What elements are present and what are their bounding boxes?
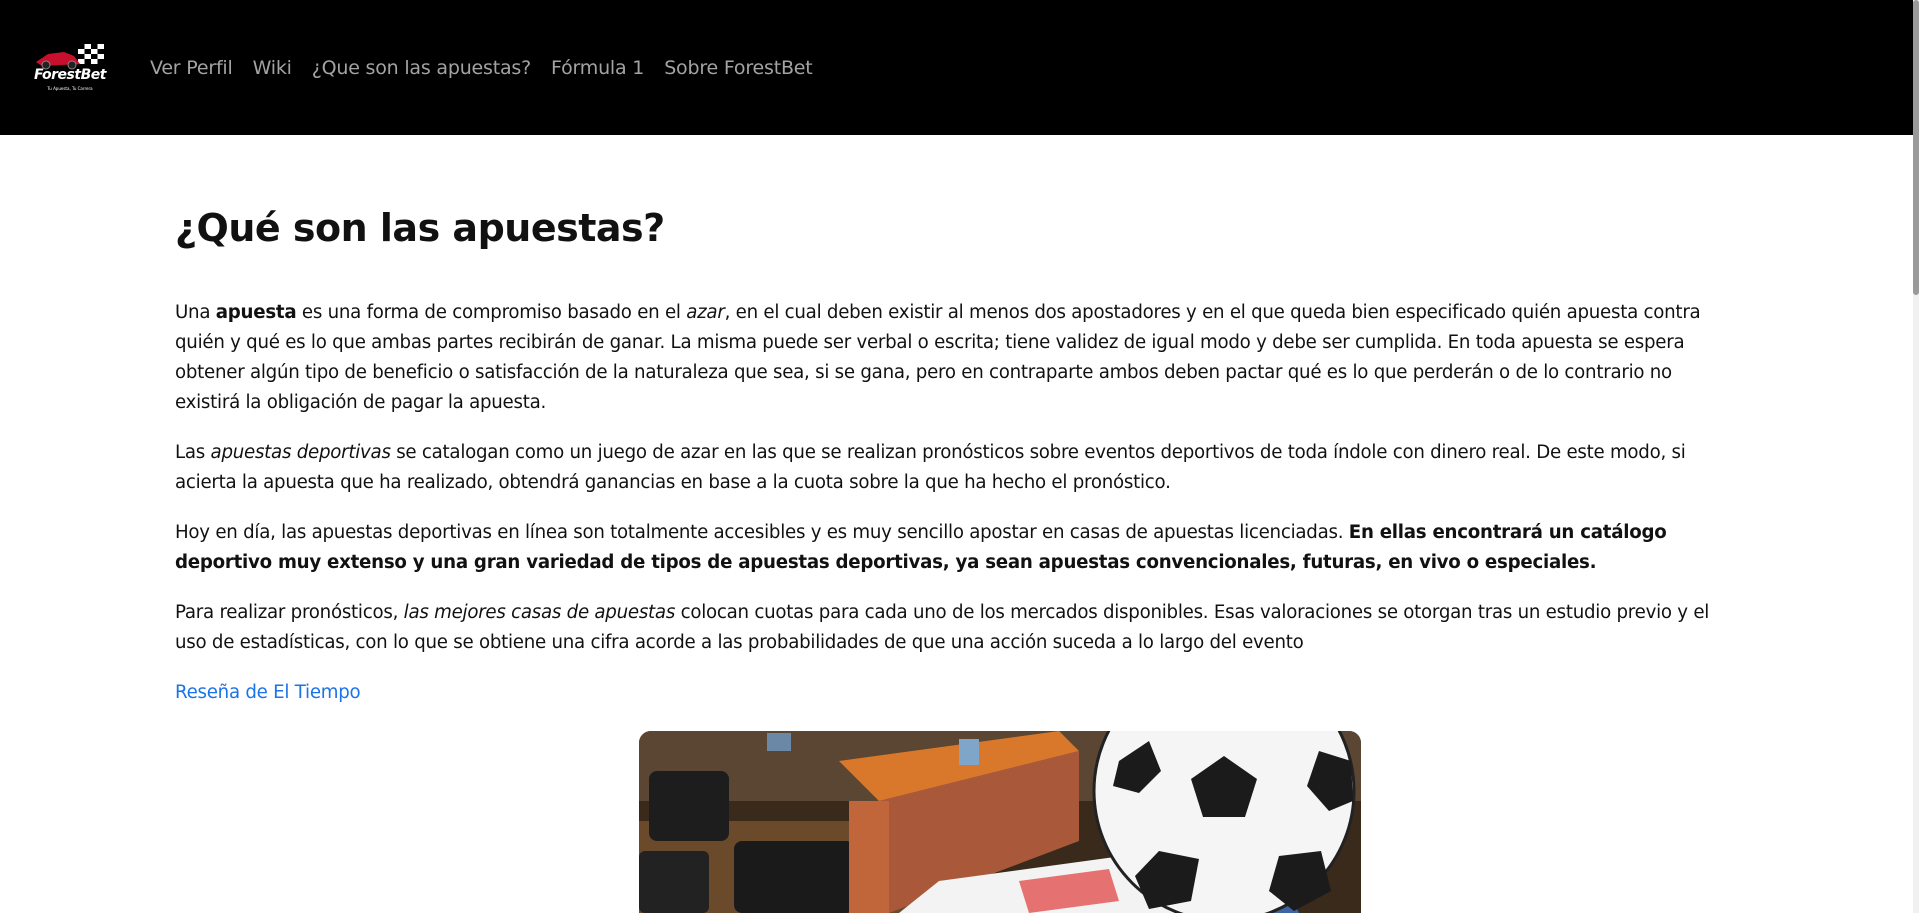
nav-formula-1[interactable]: Fórmula 1 bbox=[551, 57, 644, 79]
review-link[interactable]: Reseña de El Tiempo bbox=[175, 678, 361, 708]
logo-tagline: Tu Apuesta, Tu Carrera bbox=[47, 86, 93, 91]
top-navbar: ForestBet Tu Apuesta, Tu Carrera Ver Per… bbox=[0, 0, 1919, 135]
logo-wordmark: ForestBet bbox=[34, 67, 106, 83]
page-title: ¿Qué son las apuestas? bbox=[175, 206, 665, 250]
scrollbar[interactable] bbox=[1913, 0, 1919, 913]
nav-sobre-forestbet[interactable]: Sobre ForestBet bbox=[664, 57, 813, 79]
nav-links: Ver Perfil Wiki ¿Que son las apuestas? F… bbox=[150, 0, 813, 135]
nav-ver-perfil[interactable]: Ver Perfil bbox=[150, 57, 233, 79]
checkered-flag-icon bbox=[78, 44, 104, 64]
scrollbar-thumb[interactable] bbox=[1913, 0, 1919, 295]
main-content: ¿Qué son las apuestas? Una apuesta es un… bbox=[175, 200, 1720, 708]
paragraph-online-betting: Hoy en día, las apuestas deportivas en l… bbox=[175, 522, 1667, 573]
paragraph-definition: Una apuesta es una forma de compromiso b… bbox=[175, 302, 1701, 413]
paragraph-odds: Para realizar pronósticos, las mejores c… bbox=[175, 602, 1710, 653]
hero-image-betting-soccer bbox=[639, 731, 1361, 913]
nav-que-son-las-apuestas[interactable]: ¿Que son las apuestas? bbox=[312, 57, 531, 79]
nav-wiki[interactable]: Wiki bbox=[253, 57, 292, 79]
forestbet-logo[interactable]: ForestBet Tu Apuesta, Tu Carrera bbox=[34, 42, 106, 94]
paragraph-sports-betting: Las apuestas deportivas se catalogan com… bbox=[175, 442, 1686, 493]
soccer-ball-icon bbox=[1092, 731, 1356, 913]
